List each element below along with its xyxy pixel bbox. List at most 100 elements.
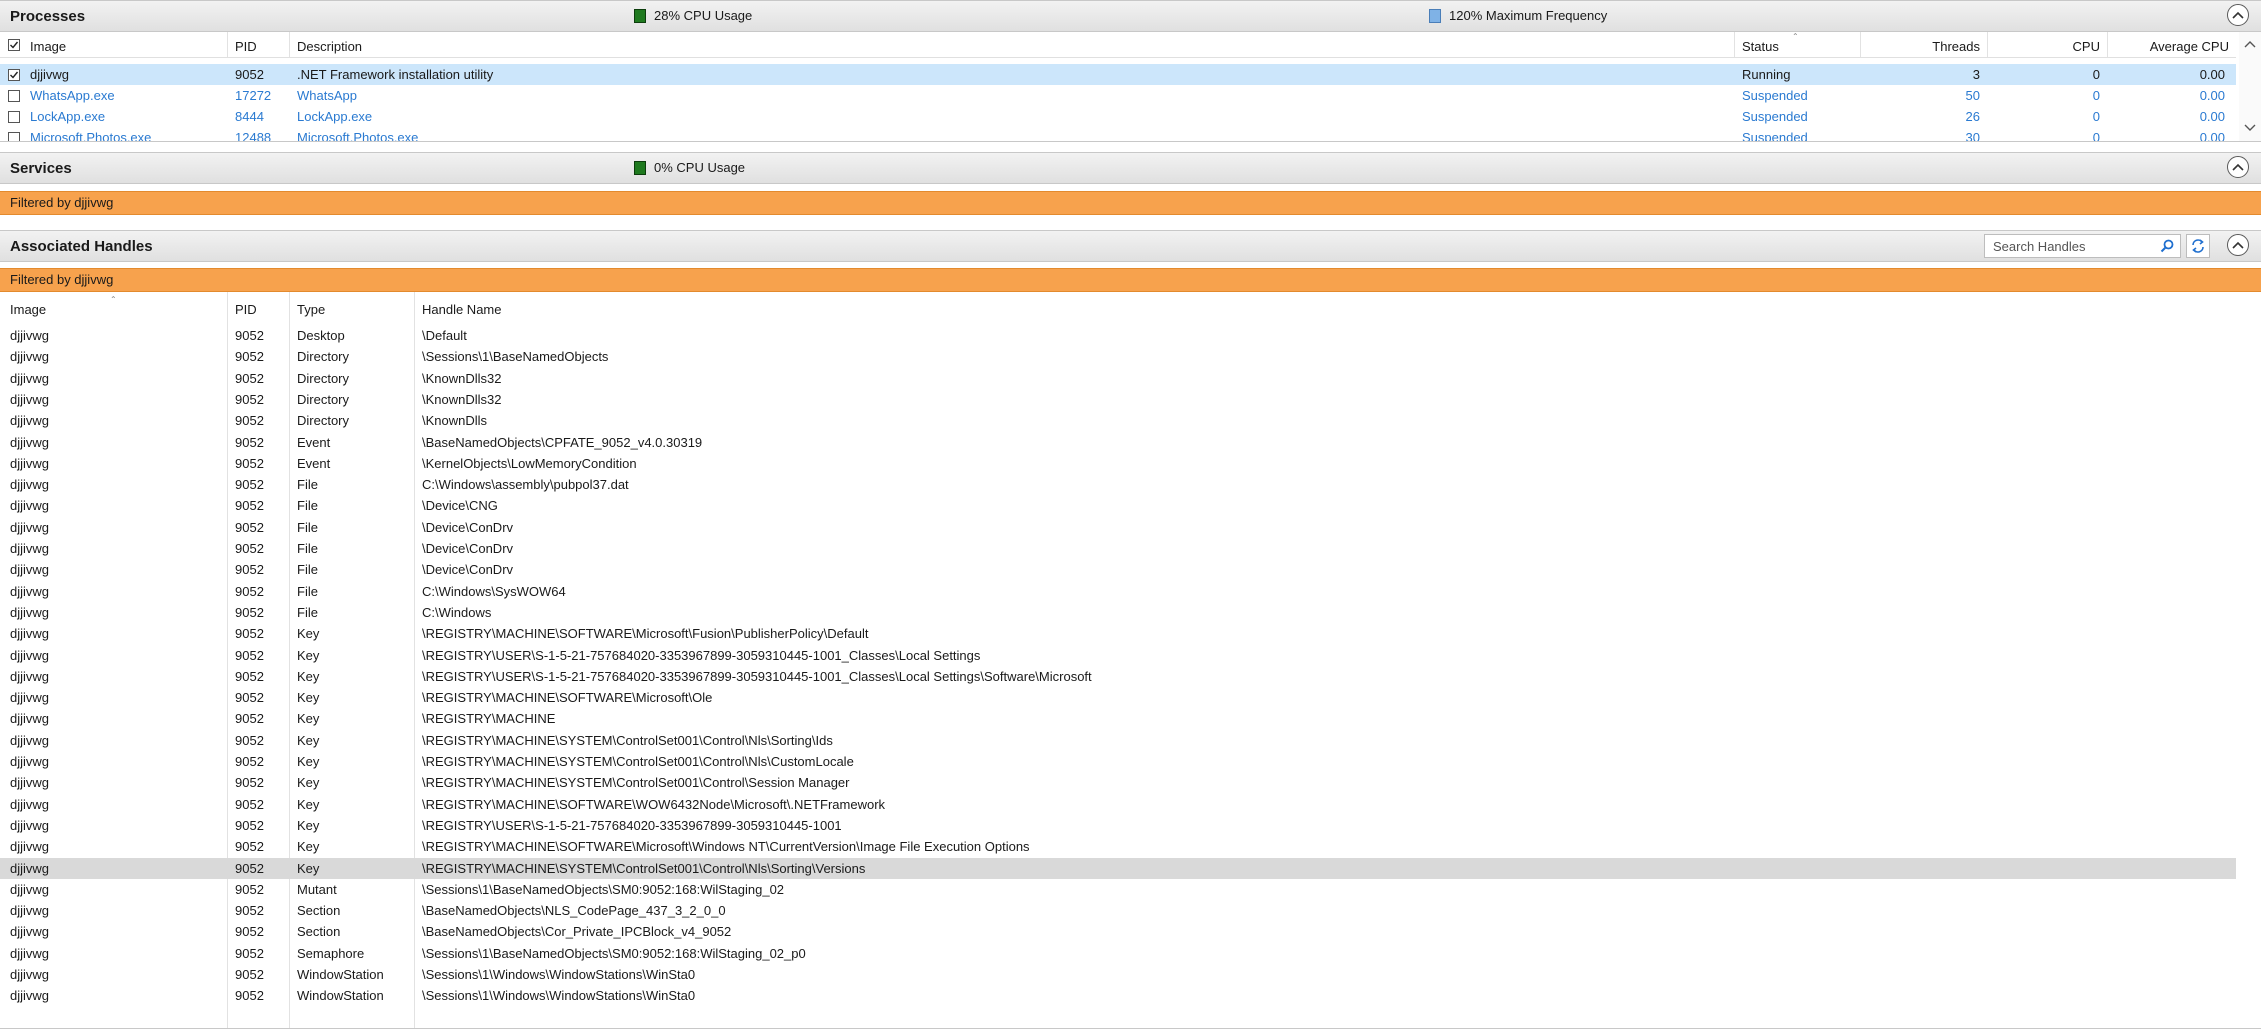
handle-image: djjivwg (10, 924, 50, 940)
cpu-usage-swatch (634, 8, 646, 23)
handle-row[interactable]: djjivwg 9052 Directory \KnownDlls32 (0, 368, 2236, 389)
handle-row[interactable]: djjivwg 9052 Key \REGISTRY\USER\S-1-5-21-75… (0, 815, 2236, 836)
col-image[interactable]: Image (10, 302, 46, 317)
handle-image: djjivwg (10, 839, 50, 855)
handle-row[interactable]: djjivwg 9052 Key \REGISTRY\MACHINE\SOFTWARE… (0, 836, 2236, 857)
handle-row[interactable]: djjivwg 9052 WindowStation \Sessions\1\Wind… (0, 985, 2236, 1006)
handle-pid: 9052 (235, 455, 264, 471)
row-checkbox[interactable] (8, 111, 20, 123)
handle-pid: 9052 (235, 732, 264, 748)
process-threads: 50 (1965, 88, 1980, 103)
col-handle-name[interactable]: Handle Name (422, 302, 502, 317)
handle-image: djjivwg (10, 647, 50, 663)
handle-row[interactable]: djjivwg 9052 Key \REGISTRY\MACHINE\SOFTWARE… (0, 623, 2236, 644)
handle-row[interactable]: djjivwg 9052 File \Device\ConDrv (0, 538, 2236, 559)
row-checkbox[interactable] (8, 69, 20, 81)
handle-row[interactable]: djjivwg 9052 Section \BaseNamedObjects\Cor_… (0, 921, 2236, 942)
search-handles-input[interactable] (1991, 238, 2155, 255)
scroll-down-icon[interactable] (2244, 124, 2256, 132)
process-cpu: 0 (2092, 130, 2100, 142)
handle-name: \REGISTRY\MACHINE\SYSTEM\ControlSet001\C… (422, 860, 866, 876)
col-pid[interactable]: PID (235, 302, 257, 317)
handle-row[interactable]: djjivwg 9052 Directory \KnownDlls32 (0, 389, 2236, 410)
services-header[interactable]: Services 0% CPU Usage (0, 152, 2261, 184)
handle-row[interactable]: djjivwg 9052 Event \BaseNamedObjects\CPFATE… (0, 432, 2236, 453)
handle-row[interactable]: djjivwg 9052 Semaphore \Sessions\1\BaseName… (0, 943, 2236, 964)
handle-image: djjivwg (10, 370, 50, 386)
handle-row[interactable]: djjivwg 9052 Section \BaseNamedObjects\NLS_… (0, 900, 2236, 921)
handle-row[interactable]: djjivwg 9052 Key \REGISTRY\MACHINE (0, 708, 2236, 729)
col-status[interactable]: Status (1742, 39, 1779, 54)
processes-scrollbar[interactable] (2239, 32, 2261, 141)
handle-row[interactable]: djjivwg 9052 Desktop \Default (0, 325, 2236, 346)
handles-collapse-button[interactable] (2227, 234, 2249, 256)
handle-row[interactable]: djjivwg 9052 WindowStation \Sessions\1\Wind… (0, 964, 2236, 985)
handle-row[interactable]: djjivwg 9052 Event \KernelObjects\LowMemory… (0, 453, 2236, 474)
search-handles-box[interactable] (1984, 234, 2181, 258)
search-icon[interactable] (2160, 239, 2174, 253)
handle-pid: 9052 (235, 881, 264, 897)
col-threads[interactable]: Threads (1860, 39, 1980, 54)
col-type[interactable]: Type (297, 302, 325, 317)
handle-row[interactable]: djjivwg 9052 Key \REGISTRY\MACHINE\SOFTWARE… (0, 794, 2236, 815)
handle-image: djjivwg (10, 498, 50, 514)
process-status: Suspended (1742, 130, 1808, 142)
col-image[interactable]: Image (30, 39, 66, 54)
process-row[interactable]: Microsoft.Photos.exe 12488 Microsoft.Pho… (0, 127, 2236, 142)
handle-row[interactable]: djjivwg 9052 File \Device\CNG (0, 495, 2236, 516)
handle-pid: 9052 (235, 604, 264, 620)
col-description[interactable]: Description (297, 39, 362, 54)
processes-header[interactable]: Processes 28% CPU Usage 120% Maximum Fre… (0, 0, 2261, 32)
process-row-selected[interactable]: djjivwg 9052 .NET Framework installation… (0, 64, 2236, 85)
handle-pid: 9052 (235, 967, 264, 982)
handle-type: Directory (297, 413, 350, 429)
process-pid: 9052 (235, 67, 264, 82)
handle-pid: 9052 (235, 349, 264, 365)
handle-row[interactable]: djjivwg 9052 Mutant \Sessions\1\BaseNamedOb… (0, 879, 2236, 900)
handle-pid: 9052 (235, 668, 264, 684)
handle-row[interactable]: djjivwg 9052 File \Device\ConDrv (0, 517, 2236, 538)
handle-row[interactable]: djjivwg 9052 File C:\Windows\SysWOW64 (0, 581, 2236, 602)
refresh-button[interactable] (2186, 234, 2210, 258)
handle-row[interactable]: djjivwg 9052 File \Device\ConDrv (0, 559, 2236, 580)
handle-pid: 9052 (235, 391, 264, 407)
handle-image: djjivwg (10, 562, 50, 578)
handle-row[interactable]: djjivwg 9052 Key \REGISTRY\MACHINE\SYSTEM\C… (0, 772, 2236, 793)
handle-pid: 9052 (235, 924, 264, 940)
handle-name: \BaseNamedObjects\Cor_Private_IPCBlock_v… (422, 924, 732, 940)
handle-name: C:\Windows\SysWOW64 (422, 583, 566, 599)
process-row[interactable]: WhatsApp.exe 17272 WhatsApp Suspended 50… (0, 85, 2236, 106)
row-checkbox[interactable] (8, 132, 20, 141)
handle-row[interactable]: djjivwg 9052 Key \REGISTRY\USER\S-1-5-21-75… (0, 666, 2236, 687)
handle-row[interactable]: djjivwg 9052 Key \REGISTRY\MACHINE\SYSTEM\C… (0, 751, 2236, 772)
handle-pid: 9052 (235, 626, 264, 642)
handle-row[interactable]: djjivwg 9052 File C:\Windows\assembly\pubpo… (0, 474, 2236, 495)
scroll-up-icon[interactable] (2244, 40, 2256, 48)
handle-row[interactable]: djjivwg 9052 Key \REGISTRY\MACHINE\SYSTEM\C… (0, 857, 2236, 879)
process-row[interactable]: LockApp.exe 8444 LockApp.exe Suspended 2… (0, 106, 2236, 127)
services-collapse-button[interactable] (2227, 156, 2249, 178)
col-average-cpu[interactable]: Average CPU (2110, 39, 2229, 54)
process-image: LockApp.exe (30, 109, 106, 124)
row-checkbox[interactable] (8, 90, 20, 102)
handle-row[interactable]: djjivwg 9052 File C:\Windows (0, 602, 2236, 623)
handle-name: \REGISTRY\MACHINE\SYSTEM\ControlSet001\C… (422, 775, 850, 791)
handle-name: \Device\ConDrv (422, 562, 514, 578)
handle-row[interactable]: djjivwg 9052 Directory \KnownDlls (0, 410, 2236, 431)
handle-row[interactable]: djjivwg 9052 Key \REGISTRY\MACHINE\SYSTEM\C… (0, 730, 2236, 751)
handle-pid: 9052 (235, 562, 264, 578)
col-cpu[interactable]: CPU (1990, 39, 2100, 54)
handle-pid: 9052 (235, 839, 264, 855)
handle-row[interactable]: djjivwg 9052 Key \REGISTRY\USER\S-1-5-21-75… (0, 645, 2236, 666)
process-avg-cpu: 0.00 (2199, 109, 2225, 124)
handle-row[interactable]: djjivwg 9052 Directory \Sessions\1\BaseName… (0, 346, 2236, 367)
handle-pid: 9052 (235, 434, 264, 450)
col-pid[interactable]: PID (235, 39, 257, 54)
process-threads: 30 (1965, 130, 1980, 142)
process-pid: 12488 (235, 130, 272, 142)
select-all-checkbox[interactable] (8, 39, 20, 51)
processes-collapse-button[interactable] (2227, 4, 2249, 26)
handle-pid: 9052 (235, 498, 264, 514)
handle-row[interactable]: djjivwg 9052 Key \REGISTRY\MACHINE\SOFTWARE… (0, 687, 2236, 708)
handles-header[interactable]: Associated Handles (0, 230, 2261, 262)
